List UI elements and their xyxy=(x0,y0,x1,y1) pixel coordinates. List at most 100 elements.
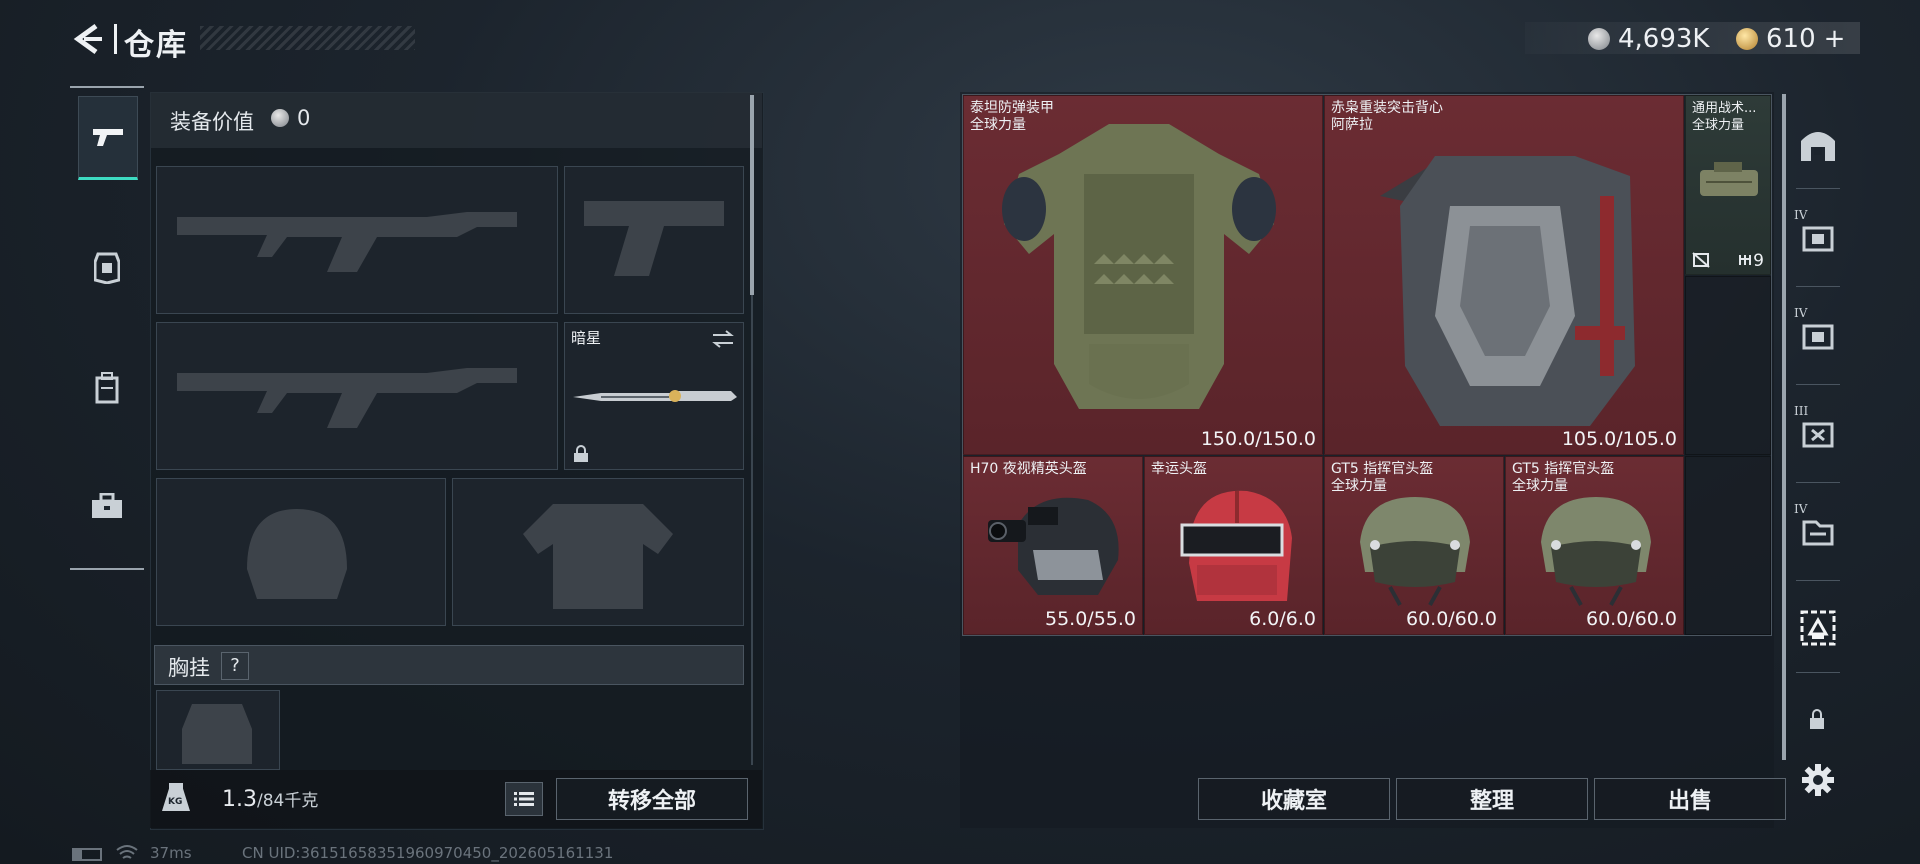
chest-rig-slot[interactable] xyxy=(156,690,280,770)
rnav-divider xyxy=(1796,188,1840,189)
stash-item-assault-vest[interactable]: 赤枭重装突击背心 阿萨拉 105.0/105.0 xyxy=(1324,95,1684,455)
sell-button[interactable]: 出售 xyxy=(1594,778,1786,820)
stash-item-h70-helmet[interactable]: H70 夜视精英头盔 55.0/55.0 xyxy=(963,456,1143,635)
helmet-slot[interactable] xyxy=(156,478,446,626)
item-count: 9 xyxy=(1753,251,1764,271)
weight-current: 1.3 xyxy=(222,787,257,812)
weight-max: /84千克 xyxy=(257,791,319,811)
toolbox-icon xyxy=(92,493,122,518)
gold-currency[interactable]: 610 + xyxy=(1736,24,1845,54)
assault-vest-icon xyxy=(1380,156,1635,426)
empty-cell[interactable] xyxy=(1685,456,1771,635)
stash-item-lucky-helmet[interactable]: 幸运头盔 6.0/6.0 xyxy=(1144,456,1323,635)
item-name: GT5 指挥官头盔 xyxy=(1512,461,1615,477)
item-durability: 105.0/105.0 xyxy=(1561,428,1677,450)
rnav-divider xyxy=(1796,672,1840,673)
rnav-all-storage[interactable] xyxy=(1786,102,1850,186)
left-nav-bottom-line xyxy=(70,568,144,570)
tier-label: IV xyxy=(1794,502,1808,516)
stash-item-tactical[interactable]: 通用战术... 全球力量 9 xyxy=(1685,95,1771,275)
lock-icon xyxy=(1810,709,1824,729)
transfer-all-button[interactable]: 转移全部 xyxy=(556,778,748,820)
rnav-tier-4b[interactable]: IV xyxy=(1786,294,1850,378)
rnav-selected-storage[interactable] xyxy=(1786,586,1850,670)
item-name: H70 夜视精英头盔 xyxy=(970,461,1087,477)
item-sub: 阿萨拉 xyxy=(1331,117,1373,133)
nav-backpack[interactable] xyxy=(78,348,136,428)
item-durability: 60.0/60.0 xyxy=(1405,608,1497,630)
item-name: GT5 指挥官头盔 xyxy=(1331,461,1434,477)
stash-item-gt5-helmet-1[interactable]: GT5 指挥官头盔 全球力量 60.0/60.0 xyxy=(1324,456,1504,635)
loadout-scrollbar[interactable] xyxy=(750,95,754,295)
titan-armor-icon xyxy=(1002,124,1276,409)
item-durability: 60.0/60.0 xyxy=(1585,608,1677,630)
sidearm-slot[interactable] xyxy=(564,166,744,314)
nav-armor[interactable] xyxy=(78,228,136,308)
list-view-button[interactable] xyxy=(505,782,543,816)
page-title: 仓库 xyxy=(124,28,188,63)
rnav-divider xyxy=(1796,384,1840,385)
rnav-tier-4c[interactable]: IV xyxy=(1786,490,1850,574)
nav-toolbox[interactable] xyxy=(78,466,136,546)
settings-gear-icon[interactable] xyxy=(1802,764,1834,796)
nav-weapons[interactable] xyxy=(78,96,138,180)
rig-silhouette-icon xyxy=(182,704,252,764)
left-nav-top-line xyxy=(70,86,144,88)
storage-box-icon xyxy=(1802,226,1834,252)
wifi-icon xyxy=(116,845,138,859)
tactical-bag-icon xyxy=(1700,162,1758,196)
tier-label: IV xyxy=(1794,306,1808,320)
weight-readout: 1.3/84千克 xyxy=(222,786,318,812)
helmet-silhouette-icon xyxy=(247,509,347,599)
melee-slot[interactable]: 暗星 xyxy=(564,322,744,470)
body-armor-slot[interactable] xyxy=(452,478,744,626)
stack-icon xyxy=(1739,255,1751,265)
add-currency-icon[interactable]: + xyxy=(1824,24,1846,54)
sort-button[interactable]: 整理 xyxy=(1396,778,1588,820)
back-icon[interactable] xyxy=(70,22,104,56)
empty-cell[interactable] xyxy=(1685,276,1771,455)
folder-box-icon xyxy=(1802,520,1834,546)
item-name: 通用战术... xyxy=(1692,101,1757,116)
night-vision-helmet-icon xyxy=(988,497,1119,595)
primary-weapon-slot[interactable] xyxy=(156,166,558,314)
title-divider xyxy=(114,24,117,54)
rnav-divider xyxy=(1796,482,1840,483)
secondary-weapon-slot[interactable] xyxy=(156,322,558,470)
armor-icon xyxy=(94,252,120,284)
equip-value-label: 装备价值 xyxy=(170,110,254,134)
stash-item-titan-armor[interactable]: 泰坦防弹装甲 全球力量 150.0/150.0 xyxy=(963,95,1323,455)
rifle-silhouette-icon xyxy=(177,368,517,428)
selected-storage-icon xyxy=(1800,610,1836,646)
silver-currency: 4,693K xyxy=(1588,24,1709,54)
ping-readout: 37ms xyxy=(150,844,192,862)
storage-box-icon xyxy=(1802,422,1834,448)
collection-button[interactable]: 收藏室 xyxy=(1198,778,1390,820)
pistol-silhouette-icon xyxy=(584,201,724,276)
item-durability: 6.0/6.0 xyxy=(1249,608,1316,630)
swap-icon[interactable] xyxy=(711,329,735,349)
item-name: 幸运头盔 xyxy=(1151,461,1207,477)
tier-label: III xyxy=(1794,404,1809,418)
stash-item-gt5-helmet-2[interactable]: GT5 指挥官头盔 全球力量 60.0/60.0 xyxy=(1505,456,1684,635)
title-stripe xyxy=(200,26,415,50)
help-icon[interactable]: ? xyxy=(221,652,249,680)
rifle-silhouette-icon xyxy=(177,212,517,272)
list-icon xyxy=(514,792,534,806)
lock-icon xyxy=(574,445,588,462)
melee-name: 暗星 xyxy=(571,329,602,347)
storage-box-icon xyxy=(1802,324,1834,350)
commander-helmet-icon xyxy=(1541,497,1651,606)
rnav-tier-3[interactable]: III xyxy=(1786,392,1850,476)
uid-readout: CN UID:36151658351960970450_202605161131 xyxy=(242,844,614,862)
rnav-tier-4a[interactable]: IV xyxy=(1786,196,1850,280)
chest-rig-label: 胸挂 xyxy=(168,656,210,680)
no-insure-icon xyxy=(1692,252,1710,268)
rnav-divider xyxy=(1796,286,1840,287)
silver-coin-icon xyxy=(271,109,289,127)
item-durability: 150.0/150.0 xyxy=(1200,428,1316,450)
lucky-helmet-icon xyxy=(1180,490,1292,601)
equip-value-amount: 0 xyxy=(297,106,311,130)
battery-icon xyxy=(72,848,102,861)
tier-label: IV xyxy=(1794,208,1808,222)
